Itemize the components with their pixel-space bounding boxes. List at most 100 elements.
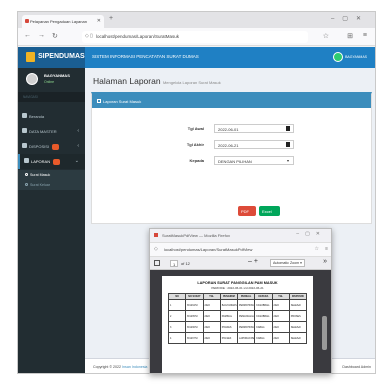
sidebar-subitem-surat-masuk[interactable]: Surat Masuk bbox=[18, 170, 85, 180]
bookmark-star-icon[interactable]: ☆ bbox=[323, 32, 329, 40]
sidebar-item-data-master[interactable]: DATA MASTER ‹ bbox=[18, 124, 85, 139]
favicon-icon bbox=[154, 233, 158, 237]
pdf-canvas[interactable]: LAPORAN SURAT PANGGILAN PAM MASUK PERIOD… bbox=[150, 270, 331, 373]
sidebar-item-label: Beranda bbox=[29, 114, 45, 119]
brand-logo-icon bbox=[26, 52, 35, 62]
avatar bbox=[26, 73, 38, 85]
sidebar: BAGYANMAS Online NAVIGASI Beranda DATA M… bbox=[18, 68, 85, 373]
browser-tab[interactable]: Pelayanan Pengaduan Layanan ✕ bbox=[22, 15, 104, 28]
more-tools-icon[interactable]: » bbox=[323, 258, 327, 265]
report-icon bbox=[24, 158, 29, 163]
end-date-label: Tgl Akhir bbox=[186, 142, 204, 147]
window-controls[interactable]: –▢✕ bbox=[331, 15, 369, 22]
sidebar-item-label: LAPORAN bbox=[31, 159, 51, 165]
zoom-value: Automatic Zoom bbox=[273, 261, 300, 265]
report-table: NO NO SURAT TGL PENGIRIM PERIHAL KEPADA TGL DIS… bbox=[167, 293, 308, 344]
pdf-viewer-window: SuratMasukPdfView — Mozilla Firefox –▢✕ … bbox=[149, 228, 332, 374]
pdf-toolbar: 1 of 12 – + Automatic Zoom ▾ » bbox=[150, 257, 331, 270]
table-cell: POLSEK bbox=[219, 332, 239, 344]
pdf-page: LAPORAN SURAT PANGGILAN PAM MASUK PERIOD… bbox=[162, 276, 313, 373]
database-icon bbox=[22, 128, 27, 133]
table-cell: SELESAI bbox=[288, 332, 308, 344]
copyright-text: Copyright © 2022 Insan Indonesia bbox=[93, 365, 147, 369]
favicon-icon bbox=[25, 19, 29, 23]
sidebar-subitem-surat-keluar[interactable]: Surat Keluar bbox=[18, 180, 85, 190]
report-period: PERIODE : 2022-06-01 s/d 2022-06-21 bbox=[211, 286, 264, 290]
app-title: SISTEM INFORMASI PENCATATAN SURAT DUMAS bbox=[92, 54, 199, 59]
circle-icon bbox=[25, 183, 28, 186]
extensions-icon[interactable]: ⊞ bbox=[347, 32, 353, 40]
table-cell: 2022 bbox=[202, 332, 221, 344]
calendar-icon[interactable] bbox=[286, 142, 290, 147]
document-icon bbox=[97, 99, 101, 103]
menu-icon[interactable]: ≡ bbox=[363, 32, 367, 39]
zoom-controls[interactable]: – + bbox=[248, 258, 258, 265]
tab-title: Pelayanan Pengaduan Layanan bbox=[30, 19, 87, 24]
table-cell: 2 bbox=[167, 310, 187, 322]
page-header: Halaman Laporan Mengelola Laporan Surat … bbox=[93, 76, 221, 86]
sidebar-item-label: DISPOSISI bbox=[29, 144, 50, 150]
table-cell: SELESAI bbox=[288, 299, 308, 311]
brand-name: SIPENDUMAS bbox=[38, 53, 85, 60]
nav-header: NAVIGASI bbox=[18, 92, 85, 102]
reload-icon[interactable]: ↻ bbox=[52, 32, 58, 40]
excel-button[interactable]: Excel bbox=[259, 206, 280, 216]
table-cell: PAMINAL bbox=[219, 310, 239, 322]
bookmark-star-icon[interactable]: ☆ bbox=[315, 246, 319, 252]
page-number-input[interactable]: 1 bbox=[170, 260, 178, 267]
pdf-button[interactable]: PDF bbox=[238, 206, 256, 216]
table-cell: 3 bbox=[167, 321, 187, 333]
pdf-scrollbar[interactable] bbox=[322, 316, 327, 350]
copyright-link[interactable]: Insan Indonesia bbox=[122, 365, 147, 369]
sidebar-toggle-icon[interactable] bbox=[154, 260, 160, 266]
popup-window-controls[interactable]: –▢✕ bbox=[296, 231, 326, 237]
zoom-select[interactable]: Automatic Zoom ▾ bbox=[270, 259, 305, 267]
menu-icon[interactable]: ≡ bbox=[325, 246, 328, 252]
header-user-name[interactable]: BAGYANMAS bbox=[345, 55, 367, 59]
sidebar-item-disposisi[interactable]: DISPOSISI ‹ bbox=[18, 139, 85, 154]
table-row: 1B/1234/VI2022BAGYANMASPERMOHONAN PANGGI… bbox=[167, 299, 308, 311]
calendar-icon[interactable] bbox=[286, 126, 290, 131]
table-cell: PERMOHONAN BANTUAN bbox=[236, 321, 256, 333]
footer-right-text: Dashboard Admin bbox=[342, 365, 371, 369]
start-date-label: Tgl Awal bbox=[187, 126, 204, 131]
sidebar-item-beranda[interactable]: Beranda bbox=[18, 109, 85, 124]
address-bar[interactable]: ◇ ▯ localhost/pendumas/Laporan/SuratMasu… bbox=[82, 31, 308, 43]
end-date-value: 2022-06-21 bbox=[218, 143, 239, 148]
table-cell: 2022 bbox=[271, 321, 290, 333]
table-body: 1B/1234/VI2022BAGYANMASPERMOHONAN PANGGI… bbox=[167, 299, 308, 344]
notification-badge bbox=[52, 144, 60, 150]
excel-button-label: Excel bbox=[262, 209, 272, 214]
screenshot: Pelayanan Pengaduan Layanan ✕ + –▢✕ ← → … bbox=[0, 0, 390, 388]
popup-address-bar[interactable]: ◇ localhost/pendumas/Laporan/SuratMasukP… bbox=[150, 243, 331, 257]
chevron-down-icon: ▾ bbox=[286, 158, 289, 163]
table-cell: B/1237/VI bbox=[185, 332, 204, 344]
circle-icon bbox=[25, 173, 28, 176]
notification-badge bbox=[53, 159, 61, 165]
start-date-input[interactable]: 2022-06-01 bbox=[214, 124, 294, 133]
sidebar-item-label: DATA MASTER bbox=[29, 129, 57, 134]
forward-icon[interactable]: → bbox=[38, 32, 45, 39]
sidebar-subitem-label: Surat Keluar bbox=[30, 183, 50, 187]
new-tab-icon[interactable]: + bbox=[109, 15, 113, 22]
table-cell: 2022 bbox=[202, 299, 221, 311]
close-tab-icon[interactable]: ✕ bbox=[97, 18, 101, 24]
chevron-left-icon: ‹ bbox=[77, 128, 79, 134]
tab-bar: Pelayanan Pengaduan Layanan ✕ + –▢✕ bbox=[18, 12, 375, 28]
table-cell: KASUBBAG bbox=[254, 310, 273, 322]
table-cell: 4 bbox=[167, 332, 187, 344]
recipient-value: DENGAN PILIHAN bbox=[218, 159, 252, 164]
brand[interactable]: SIPENDUMAS bbox=[18, 47, 85, 68]
sidebar-item-laporan[interactable]: LAPORAN ⌄ bbox=[18, 154, 85, 169]
popup-title-bar[interactable]: SuratMasukPdfView — Mozilla Firefox –▢✕ bbox=[150, 229, 331, 243]
copyright-prefix: Copyright © 2022 bbox=[93, 365, 122, 369]
table-cell: PEMANGGILAN ANGGOTA bbox=[236, 310, 256, 322]
header-user-avatar[interactable] bbox=[333, 52, 343, 62]
report-title: LAPORAN SURAT PANGGILAN PAM MASUK bbox=[197, 281, 278, 285]
recipient-select[interactable]: DENGAN PILIHAN ▾ bbox=[214, 156, 294, 165]
table-row: 2B/1235/VI2022PAMINALPEMANGGILAN ANGGOTA… bbox=[167, 310, 308, 322]
report-card: Laporan Surat Masuk Tgl Awal 2022-06-01 … bbox=[91, 92, 372, 224]
back-icon[interactable]: ← bbox=[24, 32, 31, 39]
table-cell: 2022 bbox=[271, 310, 290, 322]
end-date-input[interactable]: 2022-06-21 bbox=[214, 140, 294, 149]
